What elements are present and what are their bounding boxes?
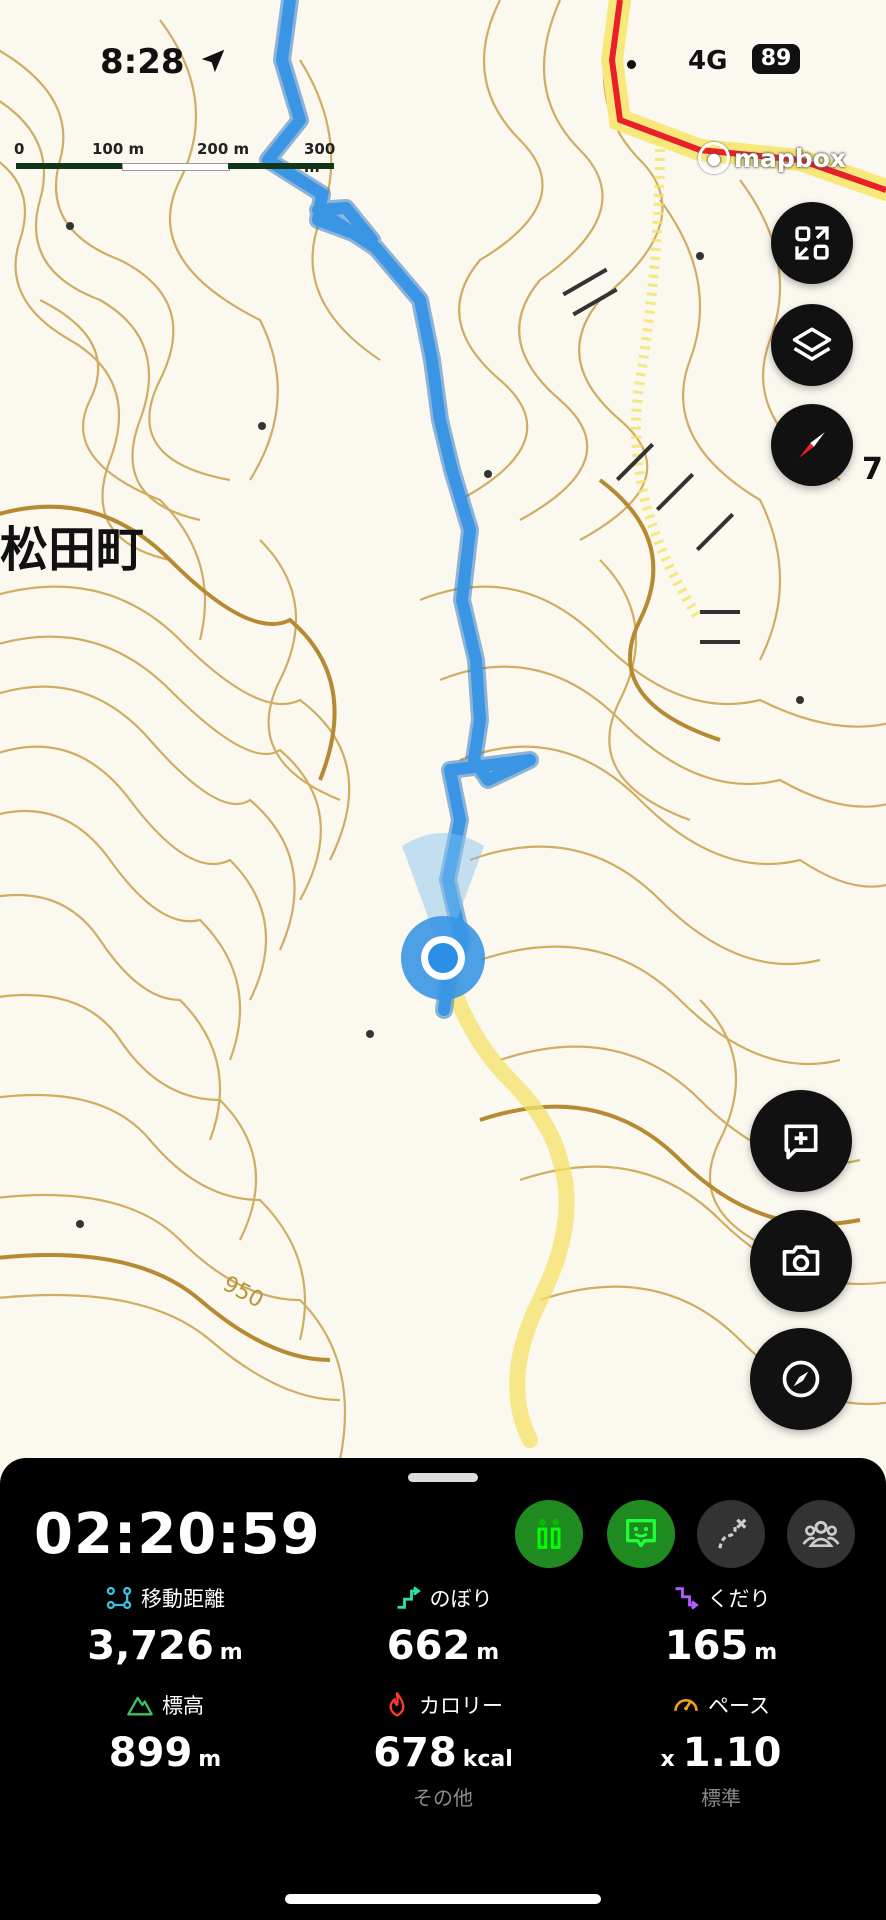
scale-label: 0 [14,140,25,158]
stat-unit: kcal [462,1747,513,1772]
fullscreen-button[interactable] [771,202,853,284]
stat-value: 899 [108,1730,193,1776]
stat-unit: m [219,1640,243,1665]
speedometer-icon [674,1699,698,1711]
stat-label: カロリー [419,1694,503,1718]
route-off-button[interactable] [697,1500,765,1568]
status-time: 8:28 [100,42,185,82]
navigation-icon [782,1360,820,1398]
map-scale: 0 100 m 200 m 300 m [14,140,344,180]
hiker-pair-icon [537,1519,561,1549]
flame-icon [389,1692,405,1717]
scale-label: 200 m [197,140,250,158]
elapsed-timer: 02:20:59 [34,1502,321,1567]
stat-distance: 移動距離 3,726 m [45,1583,285,1669]
scale-label: 300 m [304,140,336,176]
stat-unit: m [198,1747,222,1772]
stat-altitude: 標高 899 m [45,1690,285,1776]
stat-value: 1.10 [682,1730,782,1776]
activity-panel: 02:20:59 移動距離 3,726 m のぼり 662 m くだり 165 … [0,1458,886,1920]
scale-bar-segment [16,163,122,169]
compass-icon [799,432,825,458]
stat-value: 165 [664,1623,749,1669]
layers-icon [792,327,832,361]
mapbox-attribution[interactable]: ● mapbox [698,142,846,174]
stat-unit: m [476,1640,500,1665]
home-indicator[interactable] [285,1894,601,1904]
compass-button[interactable] [771,404,853,486]
stat-pace: ペース x 1.10 標準 [601,1690,841,1811]
edge-label: 7 [862,452,883,487]
descent-icon [675,1587,699,1610]
stat-label: 移動距離 [141,1587,225,1611]
stat-label: のぼり [429,1587,493,1611]
stat-descent: くだり 165 m [601,1583,841,1669]
place-label: 松田町 [0,522,145,578]
signal-icon [627,60,636,69]
group-button[interactable] [787,1500,855,1568]
pace-category: 標準 [701,1786,741,1810]
scale-label: 100 m [92,140,145,158]
stat-calories: カロリー 678 kcal その他 [323,1690,563,1811]
fullscreen-icon [795,226,829,260]
add-memo-icon [784,1124,818,1160]
mountain-icon [127,1696,153,1716]
mapbox-logo-icon: ● [698,142,730,174]
stat-value: 3,726 [87,1623,214,1669]
status-bar: 8:28 4G 89 [0,0,886,120]
stat-label: ペース [708,1694,770,1718]
pace-prefix: x [660,1747,675,1772]
chat-icon [626,1519,656,1548]
scale-bar-segment [228,163,334,169]
add-memo-button[interactable] [750,1090,852,1192]
members-location-button[interactable] [515,1500,583,1568]
camera-icon [782,1245,820,1276]
navigation-button[interactable] [750,1328,852,1430]
stat-value: 678 [373,1730,457,1776]
calorie-category: その他 [413,1786,473,1810]
stat-unit: m [754,1640,778,1665]
network-type: 4G [688,46,728,76]
group-icon [802,1520,840,1547]
stat-label: くだり [707,1587,771,1611]
panel-drag-handle[interactable] [408,1473,478,1482]
route-icon [106,1586,132,1610]
layers-button[interactable] [771,304,853,386]
location-arrow-icon [201,49,225,73]
stat-value: 662 [386,1623,471,1669]
route-off-icon [718,1518,747,1549]
stat-label: 標高 [162,1694,204,1718]
scale-bar-segment [122,163,230,171]
stat-ascent: のぼり 662 m [323,1583,563,1669]
ascent-icon [397,1586,421,1609]
battery-level: 89 [752,44,800,74]
camera-button[interactable] [750,1210,852,1312]
chat-button[interactable] [607,1500,675,1568]
mapbox-label: mapbox [734,143,847,173]
